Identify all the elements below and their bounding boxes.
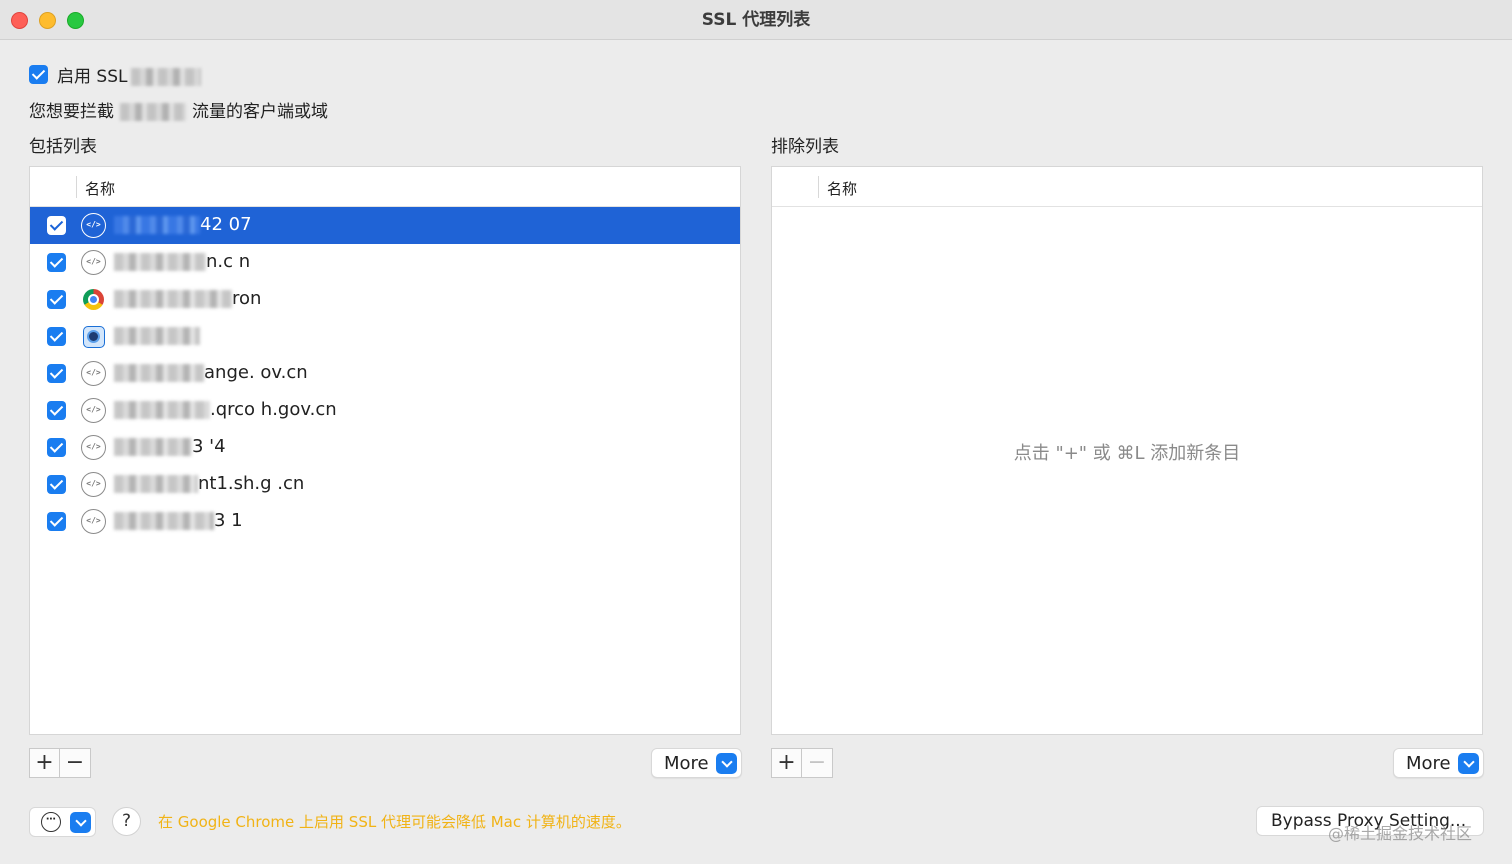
row-host: 3 '4 [114, 436, 226, 457]
table-row[interactable]: </> 3 '4 [30, 429, 740, 466]
row-checkbox[interactable] [47, 290, 66, 309]
include-remove-button[interactable]: − [60, 748, 91, 778]
row-host: 3 1 [114, 510, 243, 531]
row-checkbox[interactable] [47, 364, 66, 383]
row-checkbox[interactable] [47, 216, 66, 235]
row-host: .qrco h.gov.cn [114, 399, 337, 420]
exclude-remove-button[interactable]: − [802, 748, 833, 778]
redacted-text [114, 512, 214, 530]
enable-ssl-label: 启用 SSL [57, 62, 202, 87]
include-column-name: 名称 [85, 180, 116, 198]
exclude-add-remove: + − [771, 748, 833, 778]
help-button[interactable]: ? [112, 807, 141, 836]
row-host-text: .qrco h.gov.cn [210, 399, 337, 420]
include-column-header[interactable]: 名称 [30, 167, 740, 207]
table-row[interactable]: </> 42 07 [30, 207, 740, 244]
app-icon [83, 326, 105, 348]
row-host [114, 325, 200, 346]
exclude-list-label: 排除列表 [771, 137, 839, 157]
code-icon: </> [81, 213, 106, 238]
redacted-text [114, 475, 198, 493]
row-checkbox[interactable] [47, 512, 66, 531]
include-list-label: 包括列表 [29, 137, 97, 157]
code-icon: </> [81, 509, 106, 534]
ssl-proxy-window: SSL 代理列表 启用 SSL 您想要拦截 流量的客户端或域 包括列表 排除列表 … [0, 0, 1512, 864]
row-checkbox[interactable] [47, 438, 66, 457]
exclude-more-label: More [1406, 752, 1451, 774]
row-host-text: nt1.sh.g .cn [198, 473, 305, 494]
column-divider [818, 176, 819, 198]
intercept-description: 您想要拦截 流量的客户端或域 [29, 102, 328, 122]
chrome-warning-text: 在 Google Chrome 上启用 SSL 代理可能会降低 Mac 计算机的… [158, 813, 631, 831]
include-more-button[interactable]: More [651, 748, 742, 778]
enable-ssl-row[interactable]: 启用 SSL [29, 62, 202, 87]
chevron-down-icon [716, 752, 737, 774]
row-host-text: ange. ov.cn [204, 362, 308, 383]
row-checkbox[interactable] [47, 253, 66, 272]
exclude-list[interactable]: 名称 点击 "+" 或 ⌘L 添加新条目 [771, 166, 1483, 735]
redacted-text [114, 438, 192, 456]
chevron-down-icon [1458, 752, 1479, 774]
table-row[interactable]: </> nt1.sh.g .cn [30, 466, 740, 503]
title-bar: SSL 代理列表 [0, 0, 1512, 40]
row-host: ange. ov.cn [114, 362, 308, 383]
include-rows: </> 42 07 </> n.c n ron </> ange. ov.cn </> .qrc… [30, 207, 740, 540]
row-host-text: ron [232, 288, 262, 309]
include-add-remove: + − [29, 748, 91, 778]
redacted-text [114, 216, 200, 234]
exclude-column-header[interactable]: 名称 [772, 167, 1482, 207]
include-list[interactable]: 名称 </> 42 07 </> n.c n ron </> ange. ov.cn </>.… [29, 166, 741, 735]
redacted-text [114, 401, 210, 419]
row-checkbox[interactable] [47, 475, 66, 494]
code-icon: </> [81, 435, 106, 460]
chrome-icon [83, 289, 104, 310]
code-icon: </> [81, 361, 106, 386]
table-row[interactable]: </> .qrco h.gov.cn [30, 392, 740, 429]
watermark: @稀土掘金技术社区 [1328, 824, 1473, 843]
redacted-text [114, 253, 206, 271]
table-row[interactable] [30, 318, 740, 355]
table-row[interactable]: ron [30, 281, 740, 318]
table-row[interactable]: </> 3 1 [30, 503, 740, 540]
table-row[interactable]: </> ange. ov.cn [30, 355, 740, 392]
include-add-button[interactable]: + [29, 748, 60, 778]
code-icon: </> [81, 398, 106, 423]
row-host: n.c n [114, 251, 250, 272]
exclude-add-button[interactable]: + [771, 748, 802, 778]
exclude-more-button[interactable]: More [1393, 748, 1484, 778]
column-divider [76, 176, 77, 198]
row-checkbox[interactable] [47, 327, 66, 346]
include-more-label: More [664, 752, 709, 774]
enable-ssl-checkbox[interactable] [29, 64, 48, 84]
row-checkbox[interactable] [47, 401, 66, 420]
exclude-empty-hint: 点击 "+" 或 ⌘L 添加新条目 [1013, 443, 1241, 464]
exclude-column-name: 名称 [827, 180, 858, 198]
redacted-text [114, 364, 204, 382]
code-icon: </> [81, 250, 106, 275]
action-menu-button[interactable]: ⋯ [29, 807, 96, 837]
window-title: SSL 代理列表 [701, 10, 811, 30]
row-host-text: 42 07 [200, 214, 252, 235]
chevron-down-icon [70, 811, 91, 833]
table-row[interactable]: </> n.c n [30, 244, 740, 281]
ellipsis-icon: ⋯ [41, 812, 61, 832]
redacted-text [114, 290, 232, 308]
redacted-text [114, 327, 200, 345]
row-host-text: 3 1 [214, 510, 243, 531]
row-host: 42 07 [114, 214, 252, 235]
row-host: ron [114, 288, 261, 309]
row-host-text: 3 '4 [192, 436, 226, 457]
row-host-text: n.c n [206, 251, 251, 272]
code-icon: </> [81, 472, 106, 497]
row-host: nt1.sh.g .cn [114, 473, 304, 494]
